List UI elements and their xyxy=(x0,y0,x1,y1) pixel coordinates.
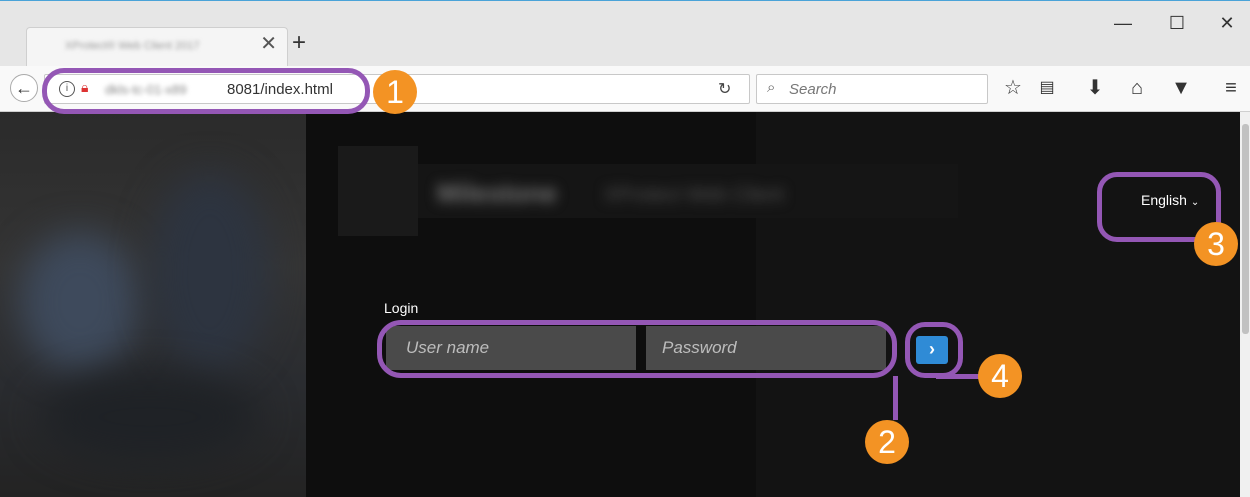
close-window-button[interactable]: ✕ xyxy=(1204,13,1250,33)
callout-4: 4 xyxy=(978,354,1022,398)
search-input[interactable]: ⌕ Search xyxy=(756,74,988,104)
bookmarks-library-icon[interactable]: ▤ xyxy=(1034,76,1060,100)
tab-title: XProtect® Web Client 2017 xyxy=(65,40,200,52)
callout-2: 2 xyxy=(865,420,909,464)
pocket-icon[interactable]: ▼ xyxy=(1168,76,1194,100)
browser-titlebar: XProtect® Web Client 2017 ✕ + — ☐ ✕ xyxy=(0,0,1250,67)
leader-line-2 xyxy=(893,376,898,420)
minimize-button[interactable]: — xyxy=(1100,13,1146,33)
search-icon: ⌕ xyxy=(767,79,776,96)
highlight-address-bar xyxy=(42,68,370,114)
callout-1: 1 xyxy=(373,70,417,114)
search-placeholder: Search xyxy=(789,81,837,98)
back-arrow-icon[interactable]: ← xyxy=(10,74,38,102)
new-tab-button[interactable]: + xyxy=(292,31,306,55)
highlight-credentials xyxy=(377,320,897,378)
callout-3: 3 xyxy=(1194,222,1238,266)
download-icon[interactable]: ⬇ xyxy=(1082,76,1108,100)
product-logo: Milestone xyxy=(437,178,557,208)
logo-block xyxy=(338,146,418,236)
login-label: Login xyxy=(384,300,419,316)
background-image xyxy=(0,112,306,497)
highlight-submit xyxy=(905,322,963,378)
leader-line-4 xyxy=(936,374,980,379)
tab-close-icon[interactable]: ✕ xyxy=(260,34,277,54)
browser-tab[interactable]: XProtect® Web Client 2017 ✕ xyxy=(26,27,288,67)
product-name: XProtect Web Client xyxy=(604,184,784,206)
home-icon[interactable]: ⌂ xyxy=(1124,76,1150,100)
reload-icon[interactable]: ↻ xyxy=(718,79,731,99)
menu-icon[interactable]: ≡ xyxy=(1218,76,1244,100)
bookmark-star-icon[interactable]: ☆ xyxy=(1000,76,1026,100)
scrollbar-thumb[interactable] xyxy=(1242,124,1249,334)
web-client-login-page: Milestone XProtect Web Client English ⌄ L… xyxy=(0,112,1240,497)
maximize-button[interactable]: ☐ xyxy=(1154,13,1200,33)
